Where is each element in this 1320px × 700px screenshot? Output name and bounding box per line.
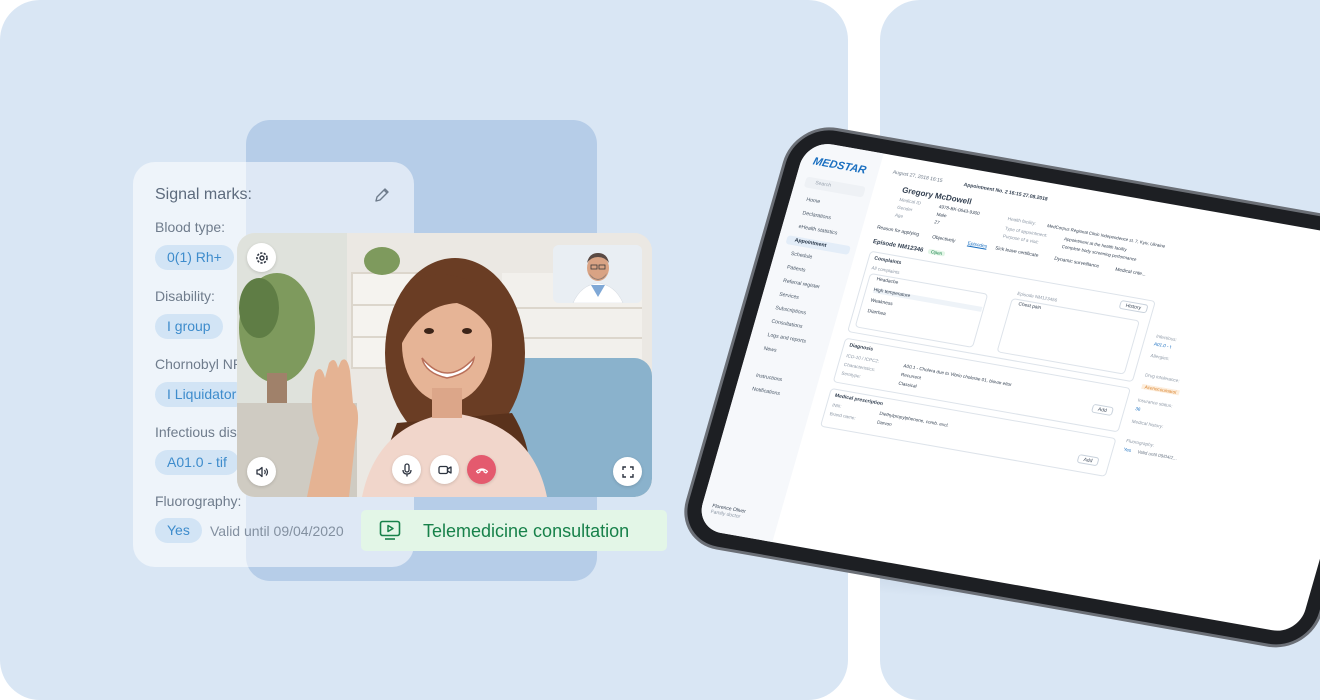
age-label: Age xyxy=(894,212,904,219)
doctor-profile[interactable]: Florence Oliver Family doctor xyxy=(710,503,747,520)
medical-id-label: Medical ID xyxy=(898,197,922,206)
play-screen-icon xyxy=(379,520,401,540)
infection-value: A01.0 - t xyxy=(1153,341,1172,350)
blood-type-label: Blood type: xyxy=(155,219,226,235)
gender-value: Male xyxy=(935,211,948,219)
chornobyl-chip: I Liquidator xyxy=(155,382,249,407)
breadcrumb-current: Appointment No. 2 16:15 27.08.2018 xyxy=(962,181,1049,203)
microphone-button[interactable] xyxy=(392,455,421,484)
sidebar-item-instructions[interactable]: Instructions xyxy=(755,373,783,383)
end-call-icon xyxy=(475,467,488,474)
tab-medical-criteria[interactable]: Medical crite... xyxy=(1114,268,1146,278)
facility-label: Health facility: xyxy=(1007,216,1037,226)
sidebar-item-home[interactable]: Home xyxy=(805,197,820,205)
blood-type-chip: 0(1) Rh+ xyxy=(155,245,234,270)
sidebar-item-declarations[interactable]: Declarations xyxy=(802,210,832,221)
pencil-icon[interactable] xyxy=(373,186,391,204)
medical-history-label: Medical history: xyxy=(1131,418,1164,430)
tab-dynamic-surveillance[interactable]: Dynamic surveillance xyxy=(1053,257,1099,270)
settings-button[interactable] xyxy=(247,243,276,272)
fluorography-tablet-label: Fluorography: xyxy=(1125,438,1155,448)
disability-chip: I group xyxy=(155,314,223,339)
fullscreen-button[interactable] xyxy=(613,457,642,486)
episode-status-badge: Open xyxy=(927,248,946,257)
gender-label: Gender xyxy=(896,204,914,213)
sidebar-item-referral-register[interactable]: Referral register xyxy=(782,278,820,290)
volume-button[interactable] xyxy=(247,457,276,486)
sidebar-search-input[interactable]: Search xyxy=(803,176,866,198)
tab-reason[interactable]: Reason for applying xyxy=(876,226,919,238)
infection-label: Infectious: xyxy=(1155,333,1178,343)
fullscreen-icon xyxy=(621,465,634,478)
fluorography-label: Fluorography: xyxy=(155,493,242,509)
fluorography-valid-until: Valid until 09/04/2020 xyxy=(210,523,344,539)
tab-sick-leave[interactable]: Sick leave certificate xyxy=(994,246,1038,258)
fluorography-tablet-valid: Valid until 09/04/2... xyxy=(1136,449,1178,461)
insurance-value: 36 xyxy=(1134,406,1142,412)
fluorography-tablet-yes: Yes xyxy=(1123,446,1132,453)
breadcrumb-date[interactable]: August 27, 2018 16:15 xyxy=(892,169,943,184)
sidebar-item-ehealth-statistics[interactable]: eHealth statistics xyxy=(798,224,838,237)
doctor-pip-video[interactable] xyxy=(553,245,642,303)
insurance-label: Insurance status: xyxy=(1137,397,1174,409)
left-panel: Signal marks: Blood type: 0(1) Rh+ Disab… xyxy=(0,0,848,700)
microphone-icon xyxy=(401,462,412,476)
sidebar-item-subscriptions[interactable]: Subscriptions xyxy=(774,305,806,316)
end-call-button[interactable] xyxy=(467,455,496,484)
sidebar-item-services[interactable]: Services xyxy=(778,292,799,301)
sidebar-item-logs-reports[interactable]: Logs and reports xyxy=(767,332,807,345)
fluorography-chip: Yes xyxy=(155,518,202,543)
sidebar-item-schedule[interactable]: Schedule xyxy=(790,251,813,261)
allergies-label: Allergies: xyxy=(1149,353,1170,362)
telemedicine-label: Telemedicine consultation xyxy=(423,521,630,541)
sidebar-item-consultations[interactable]: Consultations xyxy=(771,319,804,330)
tab-episodes[interactable]: Episodes xyxy=(967,242,988,250)
infectious-chip: A01.0 - tif xyxy=(155,450,239,475)
sidebar-item-news[interactable]: News xyxy=(763,346,777,354)
drug-intolerance-label: Drug intolerance: xyxy=(1144,372,1181,384)
signal-marks-title: Signal marks: xyxy=(155,186,252,203)
tab-objectively[interactable]: Objectively xyxy=(931,235,955,244)
gear-icon xyxy=(255,251,268,264)
sidebar-item-patients[interactable]: Patients xyxy=(786,265,806,274)
disability-label: Disability: xyxy=(155,288,215,304)
camera-button[interactable] xyxy=(430,455,459,484)
medstar-logo: MEDSTAR xyxy=(811,155,868,177)
camera-icon xyxy=(437,465,452,474)
speaker-icon xyxy=(255,466,268,477)
doctor-portrait xyxy=(553,245,642,303)
telemedicine-badge[interactable]: Telemedicine consultation xyxy=(361,510,667,551)
sidebar-item-notifications[interactable]: Notifications xyxy=(751,386,780,397)
video-call[interactable] xyxy=(237,233,652,497)
drug-intolerance-value: Acenocoumarol xyxy=(1141,383,1180,396)
age-value: 27 xyxy=(933,219,941,226)
